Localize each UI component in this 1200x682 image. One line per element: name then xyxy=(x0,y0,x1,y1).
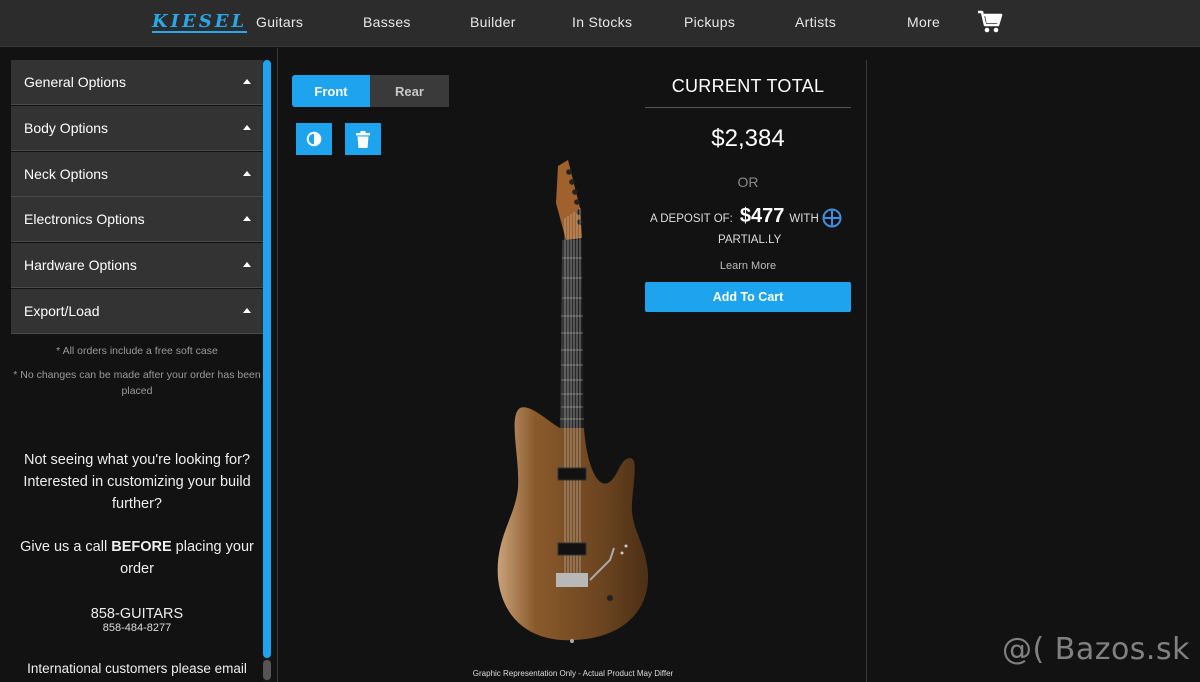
guitar-preview-image xyxy=(497,160,649,643)
panel-divider xyxy=(866,60,867,682)
caret-up-icon xyxy=(243,262,251,267)
top-navigation: KIESEL Guitars Basses Builder In Stocks … xyxy=(0,0,1200,47)
international-note: International customers please email xyxy=(27,661,247,676)
accordion-body-options[interactable]: Body Options xyxy=(11,106,263,151)
accordion-label: Body Options xyxy=(24,120,109,136)
learn-more-link[interactable]: Learn More xyxy=(645,260,851,272)
caret-up-icon xyxy=(243,308,251,313)
caret-up-icon xyxy=(243,125,251,130)
tab-front[interactable]: Front xyxy=(292,75,370,107)
caret-up-icon xyxy=(243,171,251,176)
nav-more[interactable]: More xyxy=(907,14,940,30)
accordion-general-options[interactable]: General Options xyxy=(11,60,263,105)
nav-builder[interactable]: Builder xyxy=(470,14,516,30)
soft-case-note: * All orders include a free soft case xyxy=(56,345,218,357)
caret-up-icon xyxy=(243,79,251,84)
accordion-electronics-options[interactable]: Electronics Options xyxy=(11,197,263,242)
nav-basses[interactable]: Basses xyxy=(363,14,411,30)
no-changes-note: * No changes can be made after your orde… xyxy=(13,369,261,397)
kiesel-logo[interactable]: KIESEL xyxy=(152,11,248,33)
phone-number[interactable]: 858-484-8277 xyxy=(0,620,274,636)
options-sidebar: General Options Body Options Neck Option… xyxy=(0,48,278,682)
accordion-export-load[interactable]: Export/Load xyxy=(11,289,263,334)
title-divider xyxy=(645,107,851,108)
accordion-label: Hardware Options xyxy=(24,257,137,273)
contrast-toggle-button[interactable] xyxy=(296,123,332,155)
current-total-title: CURRENT TOTAL xyxy=(671,76,825,96)
deposit-with: WITH xyxy=(789,213,819,225)
shopping-cart-icon[interactable] xyxy=(977,10,1003,34)
deposit-line: A DEPOSIT OF: $477 WITH xyxy=(650,205,819,231)
deposit-prefix: A DEPOSIT OF: xyxy=(650,213,733,225)
delete-button[interactable] xyxy=(345,123,381,155)
add-to-cart-button[interactable]: Add To Cart xyxy=(645,282,851,312)
nav-in-stocks[interactable]: In Stocks xyxy=(572,14,632,30)
accordion-hardware-options[interactable]: Hardware Options xyxy=(11,243,263,288)
accordion-label: Neck Options xyxy=(24,166,109,182)
bazos-watermark: @( Bazos.sk xyxy=(1002,632,1190,667)
trash-icon xyxy=(356,130,370,148)
nav-pickups[interactable]: Pickups xyxy=(684,14,735,30)
call-before-text: Give us a call BEFORE placing your order xyxy=(20,539,254,577)
partially-label: PARTIAL.LY xyxy=(718,234,782,246)
nav-guitars[interactable]: Guitars xyxy=(256,14,303,30)
nav-artists[interactable]: Artists xyxy=(795,14,836,30)
contrast-icon xyxy=(306,131,322,147)
accordion-label: Export/Load xyxy=(24,303,100,319)
deposit-amount: $477 xyxy=(739,205,785,227)
help-question: Not seeing what you're looking for? Inte… xyxy=(23,452,251,512)
accordion-label: General Options xyxy=(24,74,126,90)
caret-up-icon xyxy=(243,216,251,221)
partially-logo-icon xyxy=(822,208,842,228)
or-label: OR xyxy=(737,174,759,190)
total-price: $2,384 xyxy=(711,125,785,152)
graphic-disclaimer: Graphic Representation Only - Actual Pro… xyxy=(472,669,674,678)
accordion-label: Electronics Options xyxy=(24,211,145,227)
accordion-neck-options[interactable]: Neck Options xyxy=(11,152,263,197)
tab-rear[interactable]: Rear xyxy=(370,75,449,107)
